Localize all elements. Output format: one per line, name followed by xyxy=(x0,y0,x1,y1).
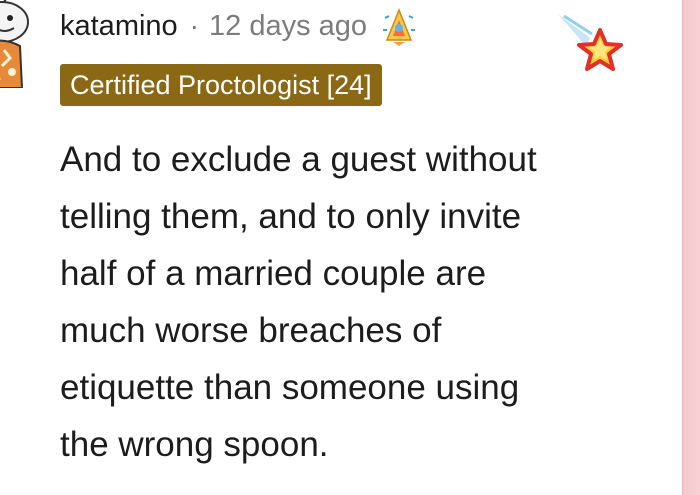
comment-line: much worse breaches of xyxy=(60,311,442,350)
user-avatar[interactable] xyxy=(0,0,30,88)
user-flair: Certified Proctologist [24] xyxy=(60,64,382,106)
comment-line: half of a married couple are xyxy=(60,254,487,293)
username-link[interactable]: katamino xyxy=(60,10,178,43)
comment-body: And to exclude a guest without telling t… xyxy=(60,131,670,473)
comment-line: etiquette than someone using xyxy=(60,368,520,407)
comment-line: And to exclude a guest without xyxy=(60,140,537,179)
comment-timestamp[interactable]: 12 days ago xyxy=(209,10,367,43)
comment-meta: katamino · 12 days ago xyxy=(60,6,419,46)
rocket-award-icon[interactable] xyxy=(379,6,419,46)
flair-label: Certified Proctologist [24] xyxy=(70,70,372,100)
meta-separator: · xyxy=(189,10,199,41)
comment: katamino · 12 days ago Certified Proctol… xyxy=(0,0,682,495)
comment-line: the wrong spoon. xyxy=(60,425,329,464)
shooting-star-award-icon[interactable] xyxy=(556,12,626,74)
comment-line: telling them, and to only invite xyxy=(60,197,522,236)
page-edge-divider xyxy=(682,0,700,495)
